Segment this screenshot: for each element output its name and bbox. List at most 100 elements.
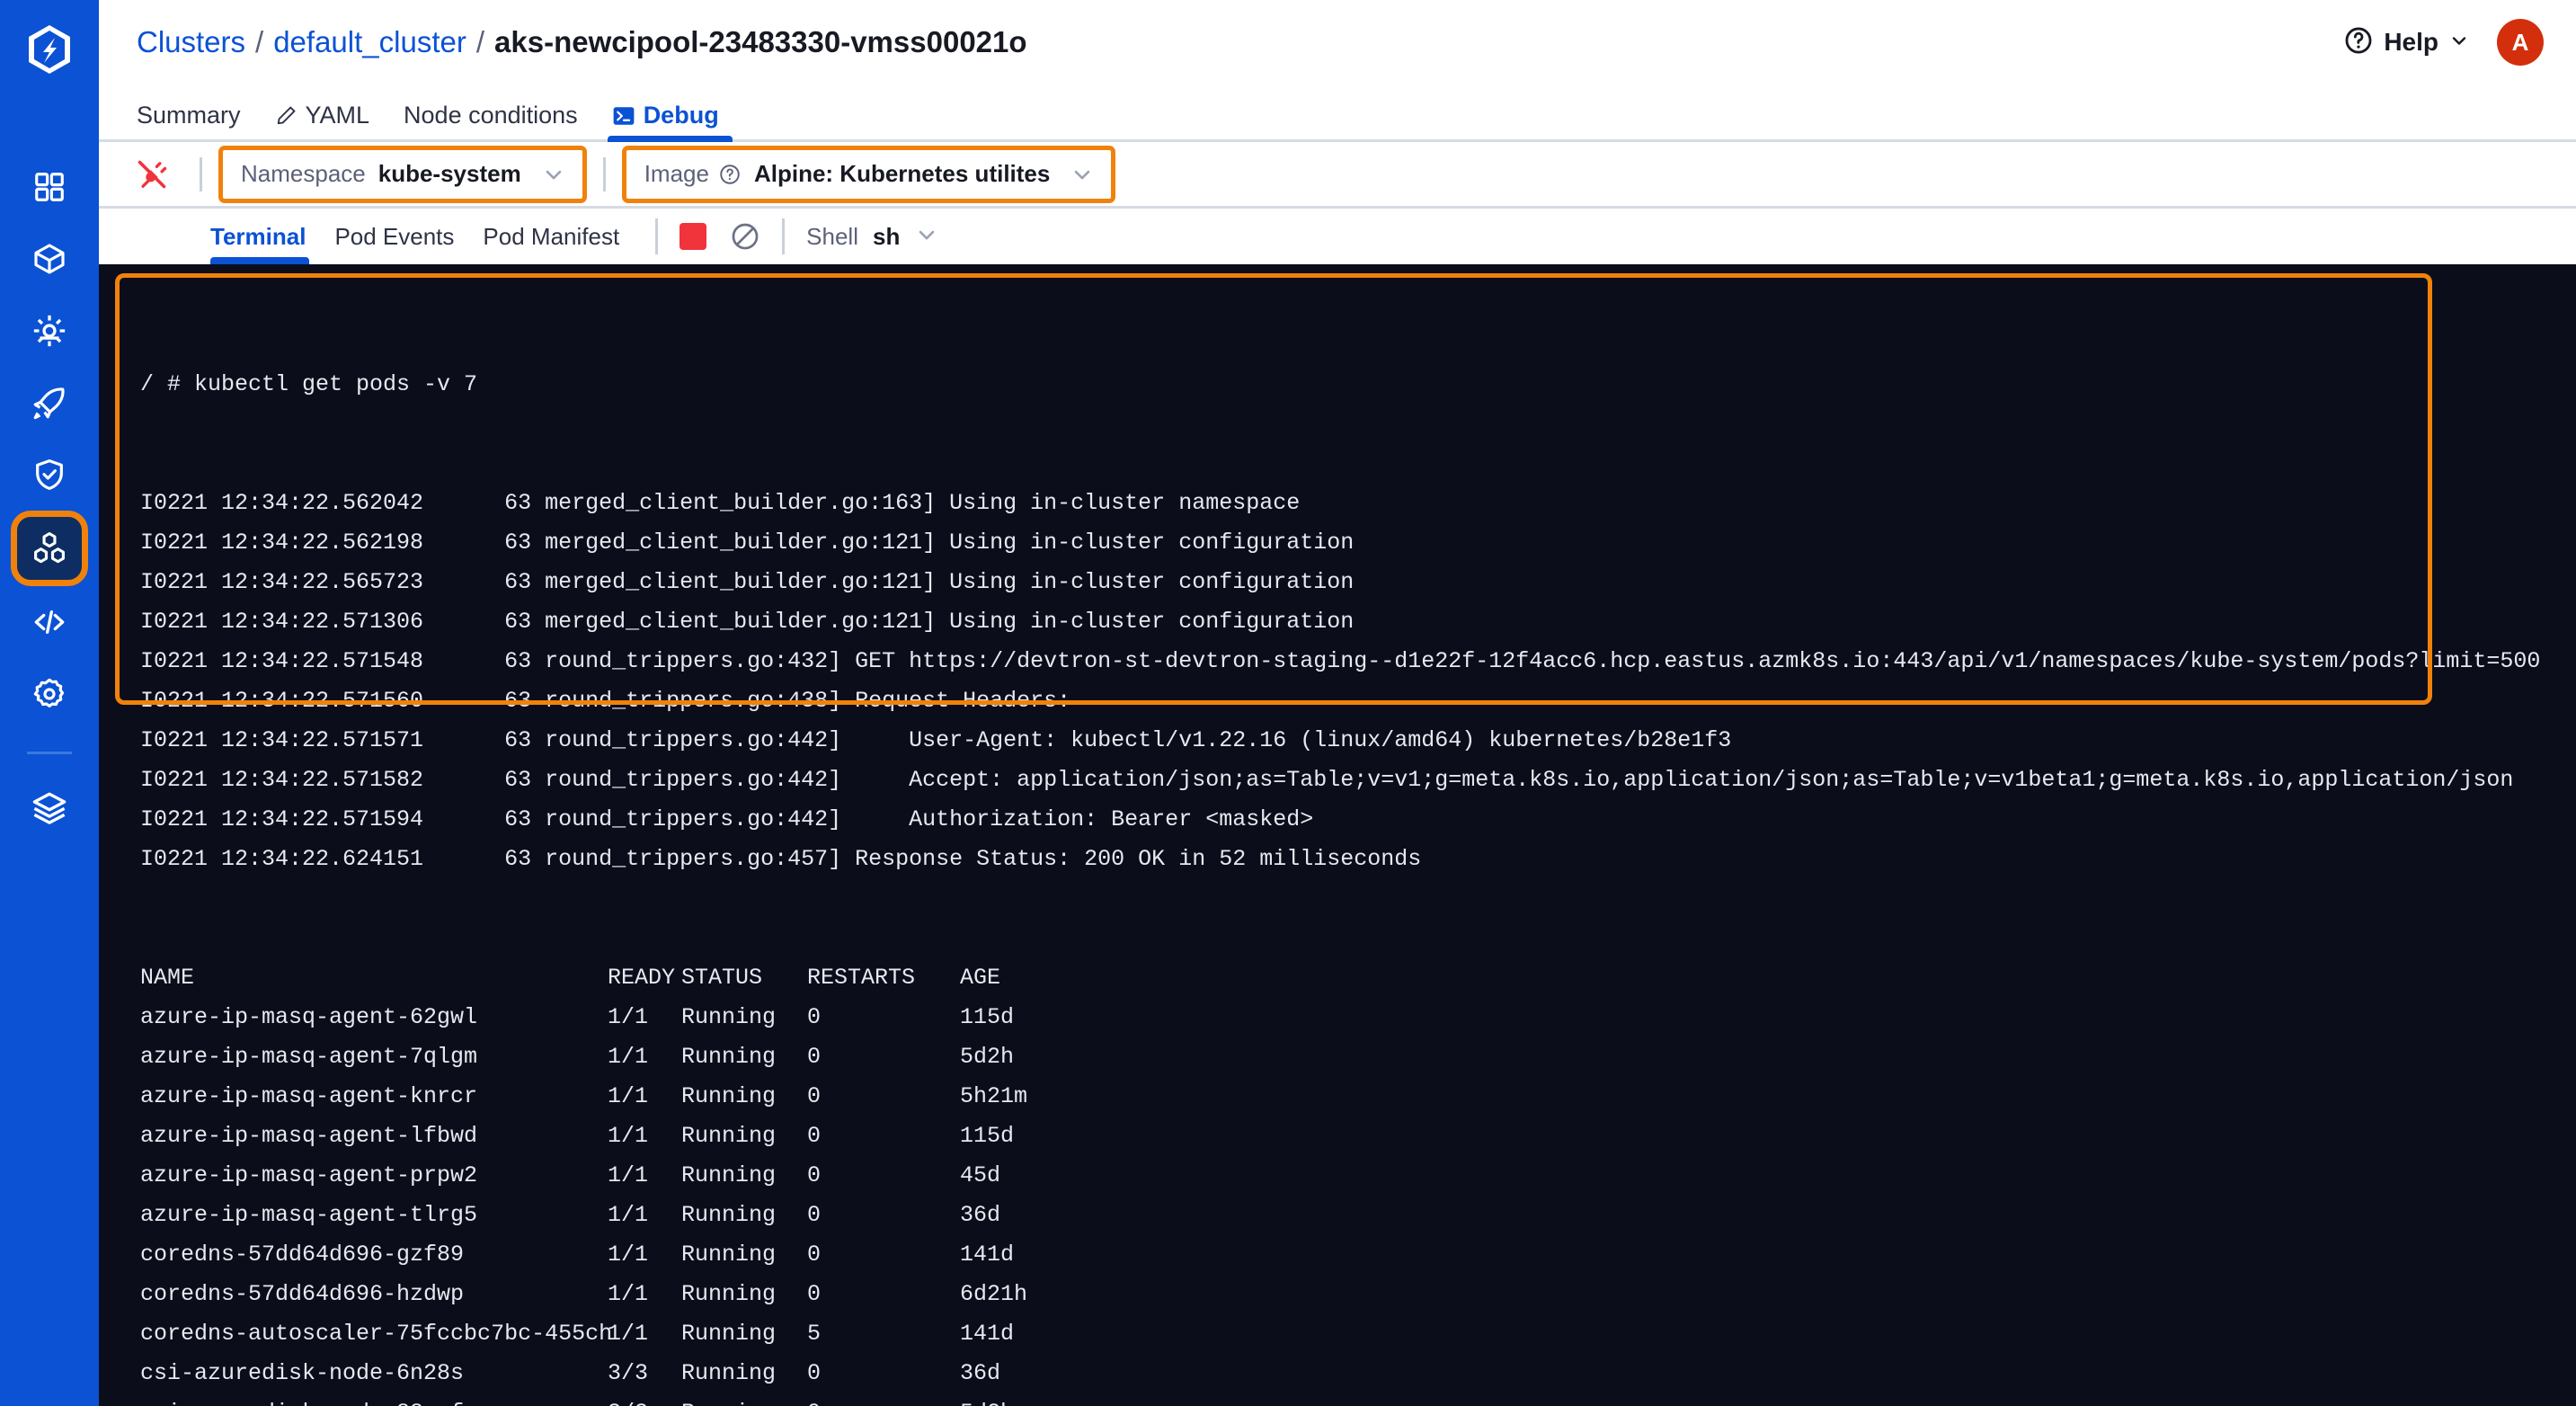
tab-debug[interactable]: Debug [595,102,736,142]
table-cell: csi-azuredisk-node-6n28s [140,1360,465,1386]
layers-icon [31,789,68,827]
cube-icon [31,241,67,277]
no-entry-icon[interactable] [730,221,760,252]
table-cell: 3/3 [608,1360,649,1386]
image-dropdown[interactable]: Image Alpine: Kubernetes utilites [621,145,1116,203]
table-cell: 1/1 [608,1202,649,1228]
table-cell: 0 [807,1044,822,1070]
grid-icon [32,170,67,204]
breadcrumb-separator-2: / [475,25,485,58]
table-cell: Running [681,1321,777,1347]
table-row: csi-azuredisk-node-88rwf3/3Running05d2h [140,1393,2576,1406]
table-cell: csi-azuredisk-node-88rwf [140,1393,608,1406]
table-row: csi-azuredisk-node-6n28s 3/3 Running 0 36d [140,1354,2576,1393]
table-cell: Running [681,1202,777,1228]
help-label: Help [2384,28,2438,56]
shell-dropdown[interactable]: Shell sh [806,222,939,252]
devtron-logo[interactable] [0,0,99,99]
tab-debug-label: Debug [643,102,719,129]
selector-divider-1 [200,156,202,191]
namespace-dropdown[interactable]: Namespace kube-system [218,145,587,203]
table-cell: azure-ip-masq-agent-lfbwd [140,1123,478,1149]
terminal-log-line: I0221 12:34:22.562042 63 merged_client_b… [140,490,1301,516]
namespace-label: Namespace [241,160,366,187]
table-row: azure-ip-masq-agent-knrcr 1/1 Running 0 5h21… [140,1077,2576,1117]
sidebar-item-resource-browser[interactable] [11,511,88,586]
code-brackets-icon [30,604,69,640]
sidebar-item-deployments[interactable] [13,367,86,439]
table-cell: coredns-57dd64d696-gzf89 [140,1241,465,1268]
table-column-header: RESTARTS [807,965,916,991]
tab-node-conditions-label: Node conditions [404,102,578,129]
tab-yaml[interactable]: YAML [258,102,387,139]
table-column-header: AGE [960,965,1001,991]
table-column-header: NAME [140,965,195,991]
table-cell: Running [681,1241,777,1268]
table-column-header: READY [608,965,676,991]
sidebar-item-jobs[interactable] [13,295,86,367]
table-cell: azure-ip-masq-agent-62gwl [140,1004,478,1030]
pencil-icon [275,104,298,127]
table-header-row: NAME READY STATUS RESTARTS AGE [140,958,2576,998]
table-cell: 0 [807,1083,822,1109]
question-circle-icon[interactable] [718,163,742,186]
tab-summary[interactable]: Summary [137,102,258,139]
terminal-subtabs: Terminal Pod Events Pod Manifest Shell s… [99,209,2576,264]
sidebar-item-global-configurations[interactable] [13,658,86,730]
breadcrumb-default-cluster[interactable]: default_cluster [273,25,466,59]
breadcrumb-clusters[interactable]: Clusters [137,25,245,59]
table-cell: 0 [807,1123,822,1149]
subtab-terminal[interactable]: Terminal [210,209,320,264]
terminal-log-line: I0221 12:34:22.624151 63 round_trippers.… [140,846,1422,872]
sidebar-item-chart-store[interactable] [13,223,86,295]
sidebar-item-code-editor[interactable] [13,586,86,658]
debug-selector-bar: Namespace kube-system Image Alpine: Kube… [99,142,2576,209]
clusters-hex-icon [31,529,68,567]
shell-label: Shell [806,222,858,250]
sidebar-nav-list [0,151,99,844]
table-cell: 5d2h [960,1393,1014,1406]
terminal-log-line: I0221 12:34:22.571306 63 merged_client_b… [140,609,1355,635]
tab-yaml-label: YAML [305,102,370,129]
table-cell: azure-ip-masq-agent-7qlgm [140,1044,478,1070]
stop-square-icon[interactable] [680,223,707,250]
table-cell: 1/1 [608,1083,649,1109]
table-cell: Running [681,1393,807,1406]
table-cell: 36d [960,1360,1001,1386]
table-cell: 5 [807,1321,822,1347]
table-cell: 0 [807,1360,822,1386]
table-row: coredns-57dd64d696-hzdwp 1/1 Running 0 6d21h [140,1275,2576,1314]
terminal-log-line: I0221 12:34:22.571548 63 round_trippers.… [140,648,2541,674]
table-cell: Running [681,1044,777,1070]
chevron-down-icon [914,222,939,252]
table-cell: 0 [807,1281,822,1307]
subtab-pod-manifest[interactable]: Pod Manifest [468,209,634,264]
tab-node-conditions[interactable]: Node conditions [386,102,595,139]
table-cell: 0 [807,1004,822,1030]
table-cell: coredns-57dd64d696-hzdwp [140,1281,465,1307]
sidebar-item-applications[interactable] [13,151,86,223]
table-cell: 1/1 [608,1004,649,1030]
help-menu[interactable]: Help [2343,25,2470,60]
table-cell: 45d [960,1162,1001,1188]
sidebar-item-stack-manager[interactable] [13,772,86,844]
table-cell: coredns-autoscaler-75fccbc7bc-455ch [140,1321,613,1347]
subtab-pod-events[interactable]: Pod Events [320,209,468,264]
table-cell: 5h21m [960,1083,1028,1109]
selector-divider-2 [602,156,606,191]
sidebar-item-security[interactable] [13,439,86,511]
resource-tabs: Summary YAML Node conditions Debug [99,85,2576,142]
terminal-panel[interactable]: / # kubectl get pods -v 7 I0221 12:34:22… [99,264,2576,1406]
table-cell: 1/1 [608,1321,649,1347]
terminal-log-line: I0221 12:34:22.562198 63 merged_client_b… [140,529,1355,556]
table-row: azure-ip-masq-agent-62gwl 1/1 Running 0 115d [140,998,2576,1037]
gear-icon [31,676,67,712]
avatar[interactable]: A [2497,19,2544,66]
image-label: Image [644,160,709,187]
table-cell: 5d2h [960,1044,1015,1070]
table-cell: 6d21h [960,1281,1028,1307]
terminal-output: / # kubectl get pods -v 7 I0221 12:34:22… [99,264,2576,1406]
table-cell: 36d [960,1202,1001,1228]
plug-disconnected-icon[interactable] [120,158,183,191]
shield-check-icon [31,457,67,493]
